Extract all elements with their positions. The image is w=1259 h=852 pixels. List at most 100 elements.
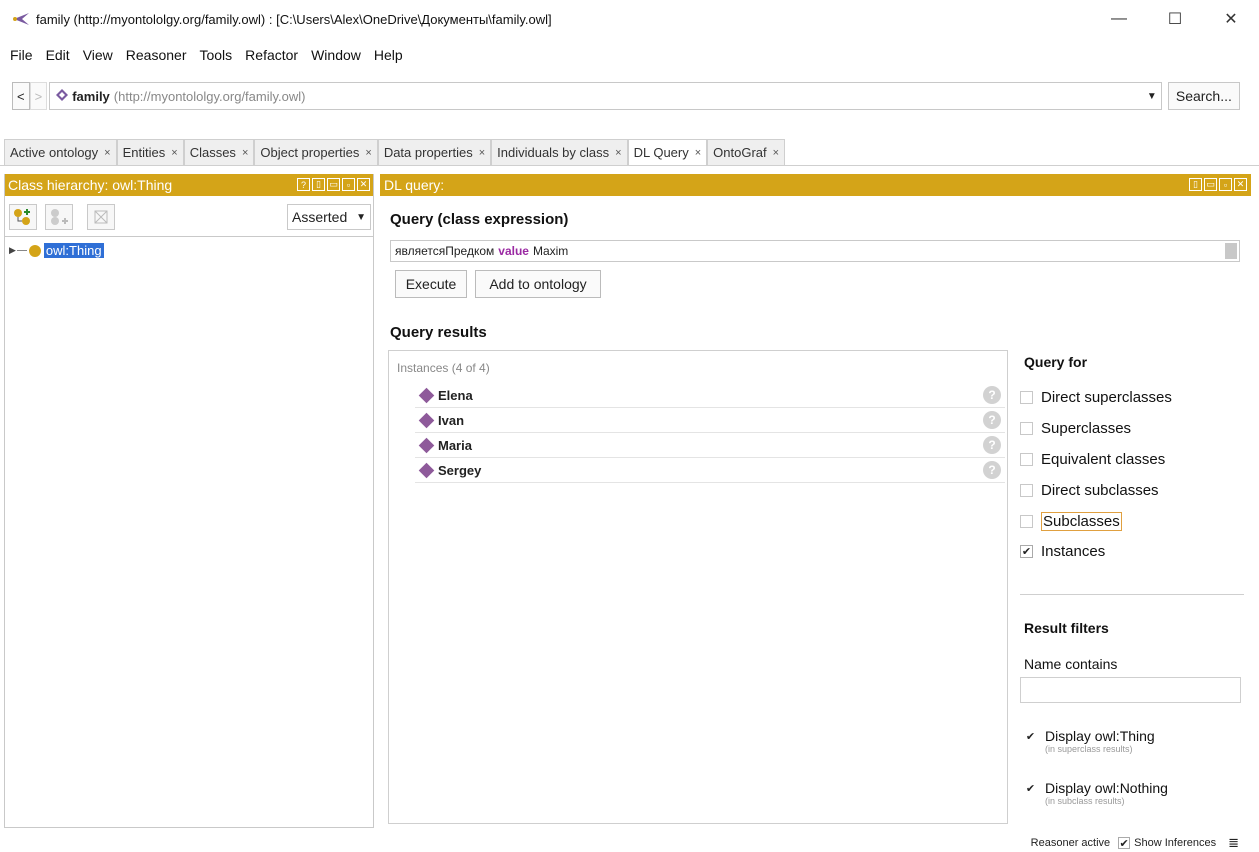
menu-tools[interactable]: Tools [199, 47, 232, 63]
delete-class-icon[interactable] [87, 204, 115, 230]
class-toolbar: Asserted ▼ [5, 200, 375, 232]
explanation-icon[interactable]: ? [983, 411, 1001, 429]
hierarchy-mode-dropdown[interactable]: Asserted ▼ [287, 204, 371, 230]
checkbox-direct-subclasses[interactable]: Direct subclasses [1020, 482, 1159, 499]
checkbox-display-owl-nothing[interactable]: ✔ Display owl:Nothing (in subclass resul… [1024, 780, 1168, 806]
checkbox-note: (in superclass results) [1045, 744, 1133, 754]
ontology-selector[interactable]: family (http://myontololgy.org/family.ow… [49, 82, 1162, 110]
forward-button[interactable]: > [29, 82, 48, 110]
maximize-button[interactable]: ☐ [1147, 0, 1203, 38]
checkbox-box[interactable] [1020, 422, 1033, 435]
tab-close-icon[interactable]: × [615, 147, 621, 159]
ontology-name: family [72, 88, 110, 104]
tab-label: Active ontology [10, 145, 99, 160]
tab-close-icon[interactable]: × [242, 147, 248, 159]
checkbox-label: Direct subclasses [1041, 482, 1159, 499]
menu-file[interactable]: File [10, 47, 33, 63]
tab-object-properties[interactable]: Object properties × [254, 139, 378, 165]
list-item[interactable]: Ivan ? [415, 408, 1005, 433]
menu-edit[interactable]: Edit [46, 47, 70, 63]
menu-help[interactable]: Help [374, 47, 403, 63]
individual-icon [418, 462, 435, 478]
tab-dl-query[interactable]: DL Query × [627, 139, 708, 165]
add-to-ontology-button[interactable]: Add to ontology [475, 270, 601, 298]
checkbox-box[interactable] [1020, 484, 1033, 497]
reasoner-status: Reasoner active [1030, 837, 1111, 849]
individual-name: Sergey [438, 462, 482, 478]
menu-bar: File Edit View Reasoner Tools Refactor W… [0, 42, 416, 68]
list-item[interactable]: Sergey ? [415, 458, 1005, 483]
back-button[interactable]: < [12, 82, 30, 110]
tab-close-icon[interactable]: × [773, 147, 779, 159]
menu-window[interactable]: Window [311, 47, 361, 63]
list-item[interactable]: Elena ? [415, 383, 1005, 408]
checkmark-icon[interactable]: ✔ [1024, 730, 1037, 743]
individual-icon [418, 437, 435, 453]
menu-refactor[interactable]: Refactor [245, 47, 298, 63]
search-button[interactable]: Search... [1167, 82, 1240, 110]
hierarchy-mode-value: Asserted [292, 209, 348, 225]
add-subclass-icon[interactable] [9, 204, 37, 230]
list-item[interactable]: Maria ? [415, 433, 1005, 458]
tab-close-icon[interactable]: × [104, 147, 110, 159]
checkmark-icon[interactable]: ✔ [1020, 545, 1033, 558]
checkbox-box[interactable] [1020, 515, 1033, 528]
checkbox-instances[interactable]: ✔ Instances [1020, 543, 1105, 560]
ontology-address-bar: < > family (http://myontololgy.org/famil… [12, 80, 1240, 112]
query-individual: Maxim [532, 244, 569, 258]
tab-individuals-by-class[interactable]: Individuals by class × [491, 139, 628, 165]
explanation-icon[interactable]: ? [983, 386, 1001, 404]
expand-arrow-icon[interactable]: ▶ [9, 245, 16, 256]
tab-ontograf[interactable]: OntoGraf × [707, 139, 786, 165]
dl-query-panel: Query (class expression) являетсяПредком… [380, 174, 1251, 828]
tab-classes[interactable]: Classes × [183, 139, 255, 165]
class-tree: ▶ owl:Thing [5, 236, 373, 826]
explanation-icon[interactable]: ? [983, 461, 1001, 479]
workspace-tabs: Active ontology × Entities × Classes × Obje… [0, 139, 1259, 166]
checkmark-icon[interactable]: ✔ [1118, 837, 1131, 850]
class-hierarchy-panel: Asserted ▼ ▶ owl:Thing [4, 174, 374, 828]
query-keyword: value [498, 244, 529, 258]
name-contains-label: Name contains [1024, 656, 1118, 672]
window-title: family (http://myontololgy.org/family.ow… [36, 11, 552, 27]
tab-close-icon[interactable]: × [695, 147, 701, 159]
explanation-icon[interactable]: ? [983, 436, 1001, 454]
tree-connector [16, 250, 27, 251]
add-sibling-icon[interactable] [45, 204, 73, 230]
minimize-button[interactable]: — [1091, 0, 1147, 38]
tab-close-icon[interactable]: × [479, 147, 485, 159]
checkbox-subclasses[interactable]: Subclasses [1020, 512, 1122, 531]
ontology-iri: (http://myontololgy.org/family.owl) [113, 88, 306, 104]
menu-view[interactable]: View [83, 47, 113, 63]
execute-button[interactable]: Execute [395, 270, 467, 298]
checkbox-box[interactable] [1020, 391, 1033, 404]
tab-close-icon[interactable]: × [365, 147, 371, 159]
checkbox-superclasses[interactable]: Superclasses [1020, 420, 1131, 437]
tab-label: Classes [189, 145, 236, 160]
checkbox-display-owl-thing[interactable]: ✔ Display owl:Thing (in superclass resul… [1024, 728, 1155, 754]
tab-active-ontology[interactable]: Active ontology × [4, 139, 117, 165]
query-property: являетсяПредком [395, 244, 495, 258]
tab-entities[interactable]: Entities × [116, 139, 184, 165]
tab-data-properties[interactable]: Data properties × [377, 139, 492, 165]
individual-icon [418, 412, 435, 428]
checkmark-icon[interactable]: ✔ [1024, 782, 1037, 795]
tab-close-icon[interactable]: × [171, 147, 177, 159]
checkbox-equivalent-classes[interactable]: Equivalent classes [1020, 451, 1165, 468]
query-expression-input[interactable]: являетсяПредком value Maxim [390, 240, 1240, 262]
dropdown-arrow-icon[interactable]: ▼ [1147, 91, 1157, 102]
tab-label: Entities [122, 145, 166, 160]
name-contains-input[interactable] [1020, 677, 1241, 703]
query-results-title: Query results [390, 324, 487, 341]
checkbox-label: Instances [1041, 543, 1106, 560]
tree-node-label: owl:Thing [43, 243, 104, 258]
checkbox-direct-superclasses[interactable]: Direct superclasses [1020, 389, 1172, 406]
log-icon[interactable]: ≣ [1228, 835, 1239, 851]
close-window-button[interactable]: ✕ [1203, 0, 1259, 38]
menu-reasoner[interactable]: Reasoner [126, 47, 187, 63]
tab-label: DL Query [633, 145, 689, 160]
tree-node-owl-thing[interactable]: ▶ owl:Thing [9, 243, 104, 258]
scrollbar[interactable] [1225, 243, 1237, 259]
checkbox-box[interactable] [1020, 453, 1033, 466]
individual-name: Elena [438, 387, 473, 403]
